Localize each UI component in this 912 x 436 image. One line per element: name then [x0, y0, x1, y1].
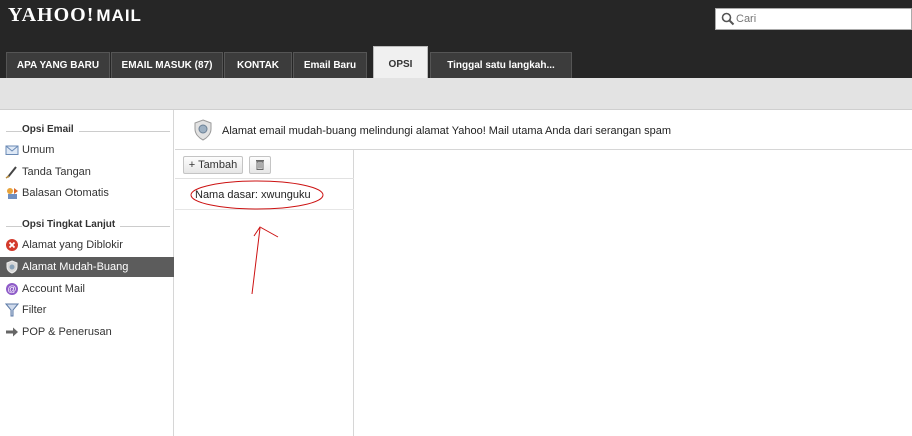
- sidebar-item-label: Umum: [22, 144, 55, 156]
- address-list-panel: + Tambah Nama dasar: xwunguku: [175, 150, 354, 436]
- logo-suffix: MAIL: [96, 6, 142, 25]
- sidebar-item-label: Account Mail: [22, 283, 85, 295]
- list-toolbar: + Tambah: [175, 150, 354, 179]
- sidebar-item-label: Filter: [22, 304, 47, 316]
- sidebar-item-alamat-mudah-buang[interactable]: Alamat Mudah-Buang: [0, 257, 174, 277]
- auto-reply-icon: [7, 188, 18, 199]
- tab-opsi[interactable]: OPSI: [373, 46, 428, 78]
- search-box[interactable]: [715, 8, 912, 30]
- yahoo-mail-logo[interactable]: YAHOO! MAIL: [8, 4, 142, 27]
- sidebar-item-pop-penerusan[interactable]: POP & Penerusan: [0, 322, 174, 342]
- section-label: Opsi Tingkat Lanjut: [22, 219, 121, 230]
- tab-email-baru[interactable]: Email Baru: [293, 52, 367, 78]
- pen-icon: [5, 166, 17, 179]
- sidebar-item-label: POP & Penerusan: [22, 326, 112, 338]
- section-label: Opsi Email: [22, 124, 79, 135]
- description-text: Alamat email mudah-buang melindungi alam…: [222, 125, 672, 137]
- sidebar-item-account-mail[interactable]: @ Account Mail: [0, 279, 174, 299]
- base-name-label: Nama dasar: xwunguku: [195, 189, 311, 201]
- forward-arrow-icon: [6, 327, 18, 337]
- base-name-prefix: Nama dasar:: [195, 189, 262, 201]
- search-input[interactable]: [736, 11, 906, 27]
- sub-toolbar: [0, 78, 912, 110]
- blocked-icon: [6, 239, 18, 251]
- logo-text: YAHOO!: [8, 4, 95, 26]
- main-content: Alamat email mudah-buang melindungi alam…: [175, 110, 912, 436]
- svg-text:@: @: [7, 284, 16, 294]
- sidebar-item-filter[interactable]: Filter: [0, 300, 174, 320]
- sidebar-item-label: Alamat Mudah-Buang: [22, 261, 129, 273]
- sidebar-item-label: Tanda Tangan: [22, 166, 91, 178]
- shield-icon: [194, 119, 212, 141]
- envelope-icon: [5, 145, 19, 155]
- list-item[interactable]: Nama dasar: xwunguku: [175, 179, 354, 210]
- base-name-value: xwunguku: [261, 189, 311, 201]
- add-button[interactable]: + Tambah: [183, 156, 243, 174]
- filter-funnel-icon: [5, 303, 19, 317]
- search-icon[interactable]: [721, 12, 735, 26]
- sidebar-item-label: Alamat yang Diblokir: [22, 239, 123, 251]
- sidebar-item-alamat-diblokir[interactable]: Alamat yang Diblokir: [0, 235, 174, 255]
- tab-tinggal-satu-langkah[interactable]: Tinggal satu langkah...: [430, 52, 572, 78]
- trash-icon: [256, 160, 264, 170]
- sidebar-item-tanda-tangan[interactable]: Tanda Tangan: [0, 162, 174, 182]
- section-header-opsi-email: Opsi Email: [0, 122, 174, 138]
- sidebar-item-label: Balasan Otomatis: [22, 187, 109, 199]
- description-bar: Alamat email mudah-buang melindungi alam…: [175, 110, 912, 150]
- tab-apa-yang-baru[interactable]: APA YANG BARU: [6, 52, 110, 78]
- top-bar: YAHOO! MAIL: [0, 0, 912, 52]
- shield-icon: [6, 260, 18, 274]
- sidebar-item-balasan-otomatis[interactable]: Balasan Otomatis: [0, 183, 174, 203]
- tab-email-masuk[interactable]: EMAIL MASUK (87): [111, 52, 223, 78]
- sidebar-item-umum[interactable]: Umum: [0, 140, 174, 160]
- section-header-opsi-tingkat-lanjut: Opsi Tingkat Lanjut: [0, 217, 174, 233]
- delete-button[interactable]: [249, 156, 271, 174]
- options-sidebar: Opsi Email Umum Tanda Tangan Balasan Oto…: [0, 110, 174, 436]
- tab-kontak[interactable]: KONTAK: [224, 52, 292, 78]
- account-mail-icon: @: [6, 283, 18, 295]
- main-tabs: APA YANG BARU EMAIL MASUK (87) KONTAK Em…: [0, 46, 912, 78]
